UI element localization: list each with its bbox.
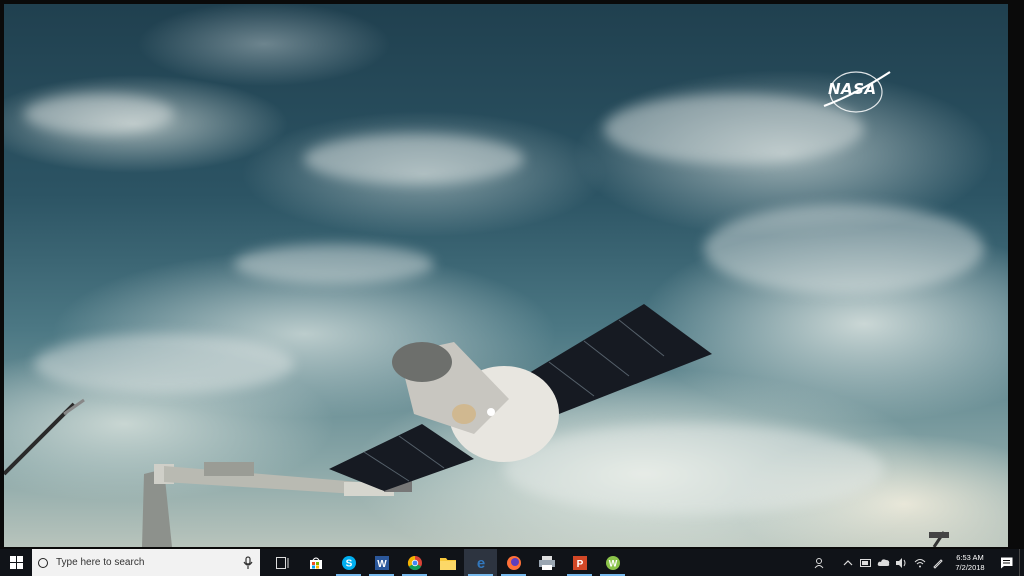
battery-icon bbox=[860, 558, 871, 567]
video-frame: NASA bbox=[0, 0, 1024, 549]
printer-app-button[interactable] bbox=[530, 549, 563, 576]
start-button[interactable] bbox=[0, 549, 32, 576]
pen-workspace-button[interactable] bbox=[929, 549, 947, 576]
svg-text:W: W bbox=[608, 558, 617, 568]
svg-text:e: e bbox=[476, 555, 484, 571]
word-app-button[interactable]: W bbox=[365, 549, 398, 576]
antenna-structure bbox=[929, 531, 949, 547]
store-app-button[interactable] bbox=[299, 549, 332, 576]
skype-app-button[interactable]: S bbox=[332, 549, 365, 576]
windows-taskbar: Type here to search S W e P W 6:53 AM 7/… bbox=[0, 549, 1024, 576]
edge-app-button[interactable]: e bbox=[464, 549, 497, 576]
solar-array-left bbox=[329, 424, 474, 491]
file-explorer-button[interactable] bbox=[431, 549, 464, 576]
clock-time: 6:53 AM bbox=[956, 552, 984, 562]
people-icon bbox=[814, 557, 824, 568]
cortana-icon bbox=[38, 557, 48, 568]
windows-logo-icon bbox=[9, 556, 23, 569]
taskbar-search-box[interactable]: Type here to search bbox=[32, 549, 260, 576]
wps-app-button[interactable]: W bbox=[596, 549, 629, 576]
show-hidden-icons-button[interactable] bbox=[839, 549, 857, 576]
network-button[interactable] bbox=[911, 549, 929, 576]
people-button[interactable] bbox=[811, 549, 829, 576]
cloud-icon bbox=[877, 559, 890, 566]
printer-icon bbox=[538, 555, 555, 570]
show-desktop-button[interactable] bbox=[1019, 549, 1024, 576]
action-center-button[interactable] bbox=[993, 549, 1019, 576]
skype-icon: S bbox=[341, 555, 356, 570]
system-tray: 6:53 AM 7/2/2018 bbox=[811, 549, 1024, 576]
svg-text:W: W bbox=[377, 559, 387, 570]
svg-text:P: P bbox=[576, 559, 583, 570]
chevron-up-icon bbox=[843, 559, 853, 565]
folder-icon bbox=[439, 557, 456, 570]
svg-text:S: S bbox=[345, 558, 352, 569]
notification-icon bbox=[1000, 557, 1012, 568]
chrome-app-button[interactable] bbox=[398, 549, 431, 576]
microphone-icon[interactable] bbox=[242, 555, 254, 570]
volume-button[interactable] bbox=[893, 549, 911, 576]
pen-icon bbox=[933, 558, 943, 569]
nasa-live-video[interactable]: NASA bbox=[4, 4, 1008, 547]
battery-button[interactable] bbox=[857, 549, 875, 576]
powerpoint-app-button[interactable]: P bbox=[563, 549, 596, 576]
wps-icon: W bbox=[605, 555, 620, 570]
onedrive-button[interactable] bbox=[875, 549, 893, 576]
left-station-arm bbox=[4, 398, 85, 476]
chrome-icon bbox=[407, 555, 422, 570]
search-placeholder: Type here to search bbox=[56, 557, 145, 568]
task-view-button[interactable] bbox=[266, 549, 299, 576]
taskbar-pinned-apps: S W e P W bbox=[266, 549, 629, 576]
word-icon: W bbox=[374, 555, 389, 570]
firefox-app-button[interactable] bbox=[497, 549, 530, 576]
task-view-icon bbox=[275, 556, 288, 569]
edge-icon: e bbox=[476, 555, 484, 571]
store-icon bbox=[309, 557, 322, 569]
spacecraft-scene bbox=[4, 304, 949, 547]
firefox-icon bbox=[506, 555, 521, 570]
taskbar-clock[interactable]: 6:53 AM 7/2/2018 bbox=[947, 549, 993, 576]
speaker-icon bbox=[896, 557, 906, 568]
clock-date: 7/2/2018 bbox=[955, 562, 985, 572]
powerpoint-icon: P bbox=[572, 555, 587, 570]
wifi-icon bbox=[914, 558, 926, 567]
